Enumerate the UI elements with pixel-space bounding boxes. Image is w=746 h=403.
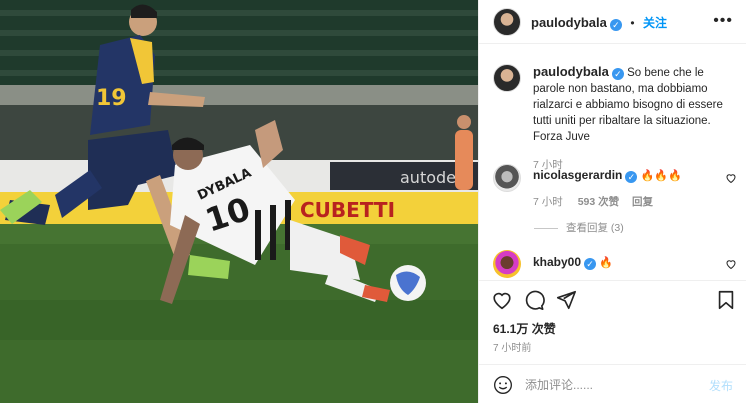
post-actions: [479, 280, 746, 316]
comment-text: 🔥: [599, 257, 614, 269]
comment-time: 7 小时: [533, 196, 563, 208]
comment-text: 🔥🔥🔥: [640, 170, 682, 182]
football-scene: autodel CUBETTI 19 DYBALA 10: [0, 0, 478, 403]
comment-username[interactable]: khaby00: [533, 255, 581, 269]
like-heart-icon[interactable]: [491, 289, 513, 311]
likes-count[interactable]: 61.1万 次赞: [493, 320, 556, 337]
post-header: paulodybala ✓ • 关注 •••: [479, 0, 746, 44]
commenter-avatar[interactable]: [493, 250, 521, 278]
avatar[interactable]: [493, 8, 521, 36]
like-comment-heart-icon[interactable]: [725, 172, 737, 184]
save-bookmark-icon[interactable]: [715, 289, 737, 311]
comment-likes[interactable]: 593 次赞: [578, 196, 619, 208]
verified-badge-icon: ✓: [625, 171, 638, 183]
comment-item: khaby00 ✓ 🔥: [493, 250, 737, 278]
comment-username[interactable]: nicolasgerardin: [533, 168, 622, 182]
follow-button[interactable]: 关注: [643, 16, 667, 30]
reply-button[interactable]: 回复: [632, 196, 653, 208]
replies-divider: [534, 227, 558, 229]
like-comment-heart-icon[interactable]: [725, 258, 737, 270]
caption: paulodybala ✓ So bene che le parole non b…: [533, 64, 733, 172]
add-comment-bar: 发布: [479, 364, 746, 403]
more-options-icon[interactable]: •••: [713, 12, 733, 30]
caption-avatar[interactable]: [493, 64, 521, 92]
post-side-panel: paulodybala ✓ • 关注 ••• paulodybala ✓ So be…: [478, 0, 746, 403]
banner-text-mid: CUBETTI: [300, 198, 395, 222]
share-send-icon[interactable]: [555, 289, 577, 311]
emoji-smiley-icon[interactable]: [493, 375, 513, 395]
view-replies-button[interactable]: 查看回复 (3): [534, 220, 624, 235]
verified-badge-icon: ✓: [609, 19, 622, 31]
comment-input[interactable]: [525, 376, 695, 394]
banner-text-right: autodel: [400, 168, 460, 187]
back-number: 19: [96, 86, 127, 111]
separator-dot: •: [630, 16, 635, 30]
header-username[interactable]: paulodybala: [531, 15, 607, 30]
commenter-avatar[interactable]: [493, 164, 521, 192]
verified-badge-icon: ✓: [584, 258, 597, 270]
post-photo[interactable]: autodel CUBETTI 19 DYBALA 10: [0, 0, 478, 403]
post-time: 7 小时前: [493, 343, 532, 354]
verified-badge-icon: ✓: [611, 68, 624, 80]
comment-item: nicolasgerardin ✓ 🔥🔥🔥 7 小时 593 次赞 回复: [493, 164, 737, 214]
post-comment-button[interactable]: 发布: [709, 377, 733, 394]
caption-username[interactable]: paulodybala: [533, 64, 609, 79]
comment-bubble-icon[interactable]: [523, 289, 545, 311]
view-replies-label: 查看回复 (3): [566, 222, 624, 234]
